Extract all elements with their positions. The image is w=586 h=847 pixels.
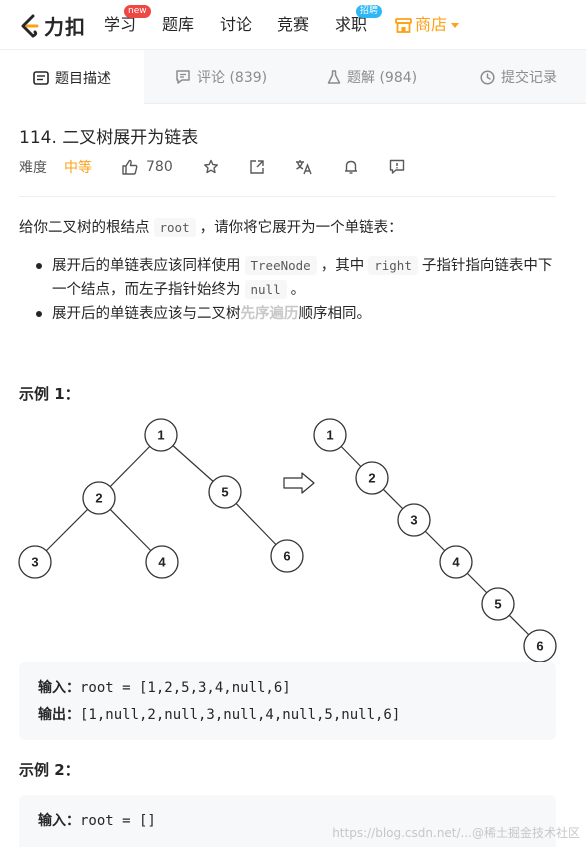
tab-solutions-label: 题解 (984) <box>347 70 418 86</box>
input-value: root = [1,2,5,3,4,null,6] <box>80 680 291 696</box>
example-2-input: 输入：root = [] <box>38 810 156 830</box>
input-label: 输入： <box>38 680 80 696</box>
intro-text-after: ，请你将它展开为一个单链表： <box>199 220 403 236</box>
tab-submissions-label: 提交记录 <box>501 70 557 86</box>
nav-contest[interactable]: 竞赛 <box>277 15 309 35</box>
problem-meta: 难度 中等 780 <box>19 157 405 177</box>
like-count: 780 <box>146 159 173 175</box>
intro-text: 给你二叉树的根结点 <box>19 220 150 236</box>
arrow-icon <box>283 472 315 494</box>
description-icon <box>33 70 49 85</box>
example-1-figure: 1 2 5 3 4 6 1 2 3 4 5 6 <box>18 418 557 663</box>
nav-store[interactable]: 商店 <box>395 15 460 35</box>
nav-jobs[interactable]: 求职 招聘 <box>335 5 383 35</box>
difficulty-label: 难度 <box>19 160 47 176</box>
list-node-label: 2 <box>368 471 375 486</box>
tab-description-label: 题目描述 <box>55 70 111 87</box>
inline-code-right: right <box>368 256 418 275</box>
tree-node-label: 6 <box>283 549 290 564</box>
translate-button[interactable] <box>295 159 313 175</box>
nav-store-label: 商店 <box>415 15 448 34</box>
hiring-badge: 招聘 <box>356 5 383 18</box>
list-item: 展开后的单链表应该同样使用 TreeNode ，其中 right 子指针指向链表中下一个… <box>36 254 557 302</box>
output-label: 输出： <box>38 707 80 723</box>
feedback-button[interactable] <box>389 159 405 175</box>
tree-node-label: 4 <box>158 555 166 570</box>
problem-title: 114. 二叉树展开为链表 <box>19 128 199 148</box>
bullet-text: 顺序相同。 <box>298 306 372 322</box>
watermark: https://blog.csdn.net/...@稀土掘金技术社区 <box>332 826 580 840</box>
tab-comments[interactable]: 评论 (839) <box>175 50 267 104</box>
requirements-list: 展开后的单链表应该同样使用 TreeNode ，其中 right 子指针指向链表中下一个… <box>36 254 557 326</box>
tab-solutions[interactable]: 题解 (984) <box>327 50 417 104</box>
bell-icon <box>344 160 357 174</box>
input-label: 输入： <box>38 813 80 829</box>
tab-submissions[interactable]: 提交记录 <box>480 50 557 104</box>
favorite-button[interactable] <box>203 159 219 175</box>
difficulty-value: 中等 <box>64 160 92 176</box>
output-value: [1,null,2,null,3,null,4,null,5,null,6] <box>80 707 401 723</box>
translate-icon <box>295 160 312 175</box>
list-node-label: 6 <box>536 639 543 654</box>
example-2-title: 示例 2： <box>19 761 80 779</box>
list-node-label: 5 <box>494 597 501 612</box>
example-1-title: 示例 1： <box>19 385 80 403</box>
share-icon <box>250 160 264 174</box>
clock-icon <box>480 69 495 85</box>
like-button[interactable]: 780 <box>122 159 173 175</box>
input-value: root = [] <box>80 813 156 829</box>
example-1-code: 输入：root = [1,2,5,3,4,null,6] 输出：[1,null,… <box>19 662 556 740</box>
top-navigation: 力扣 学习 new 题库 讨论 竞赛 求职 招聘 商店 <box>0 0 586 50</box>
preorder-link[interactable]: 先序遍历 <box>241 306 299 322</box>
tab-comments-label: 评论 (839) <box>197 70 268 86</box>
divider <box>19 196 556 197</box>
tree-node-label: 1 <box>157 428 164 443</box>
bullet-text: 展开后的单链表应该同样使用 <box>52 258 241 274</box>
tree-node-label: 5 <box>221 485 228 500</box>
tab-description[interactable]: 题目描述 <box>0 50 144 105</box>
inline-code-null: null <box>244 280 287 299</box>
leetcode-logo-icon <box>21 14 39 37</box>
logo-text: 力扣 <box>44 15 86 39</box>
example-1-input: 输入：root = [1,2,5,3,4,null,6] <box>38 677 291 697</box>
bullet-text: ，其中 <box>320 258 365 274</box>
thumbs-up-icon <box>122 159 138 175</box>
inline-code-treenode: TreeNode <box>244 256 317 275</box>
list-node-label: 3 <box>410 513 417 528</box>
leetcode-logo[interactable]: 力扣 <box>18 11 86 40</box>
share-button[interactable] <box>249 159 265 175</box>
list-node-label: 4 <box>452 555 460 570</box>
problem-tabs: 题目描述 评论 (839) 题解 (984) 提交记录 <box>0 50 586 105</box>
problem-intro: 给你二叉树的根结点 root ，请你将它展开为一个单链表： <box>19 216 559 240</box>
list-item: 展开后的单链表应该与二叉树先序遍历顺序相同。 <box>36 302 557 326</box>
nav-problems[interactable]: 题库 <box>162 15 194 35</box>
tree-node-label: 2 <box>95 491 102 506</box>
new-badge: new <box>124 5 151 18</box>
example-1-output: 输出：[1,null,2,null,3,null,4,null,5,null,6… <box>38 704 400 724</box>
chevron-down-icon <box>451 22 460 28</box>
nav-discuss[interactable]: 讨论 <box>220 15 252 35</box>
notify-button[interactable] <box>343 159 359 175</box>
store-icon <box>395 17 412 33</box>
bullet-text: 展开后的单链表应该与二叉树 <box>52 306 241 322</box>
nav-learn[interactable]: 学习 new <box>104 5 151 35</box>
inline-code-root: root <box>153 218 196 237</box>
bullet-text: 。 <box>290 282 306 298</box>
star-icon <box>203 159 218 174</box>
comment-icon <box>176 69 190 84</box>
list-node-label: 1 <box>326 428 333 443</box>
feedback-icon <box>389 159 404 174</box>
tree-node-label: 3 <box>31 555 38 570</box>
flask-icon <box>327 69 341 84</box>
